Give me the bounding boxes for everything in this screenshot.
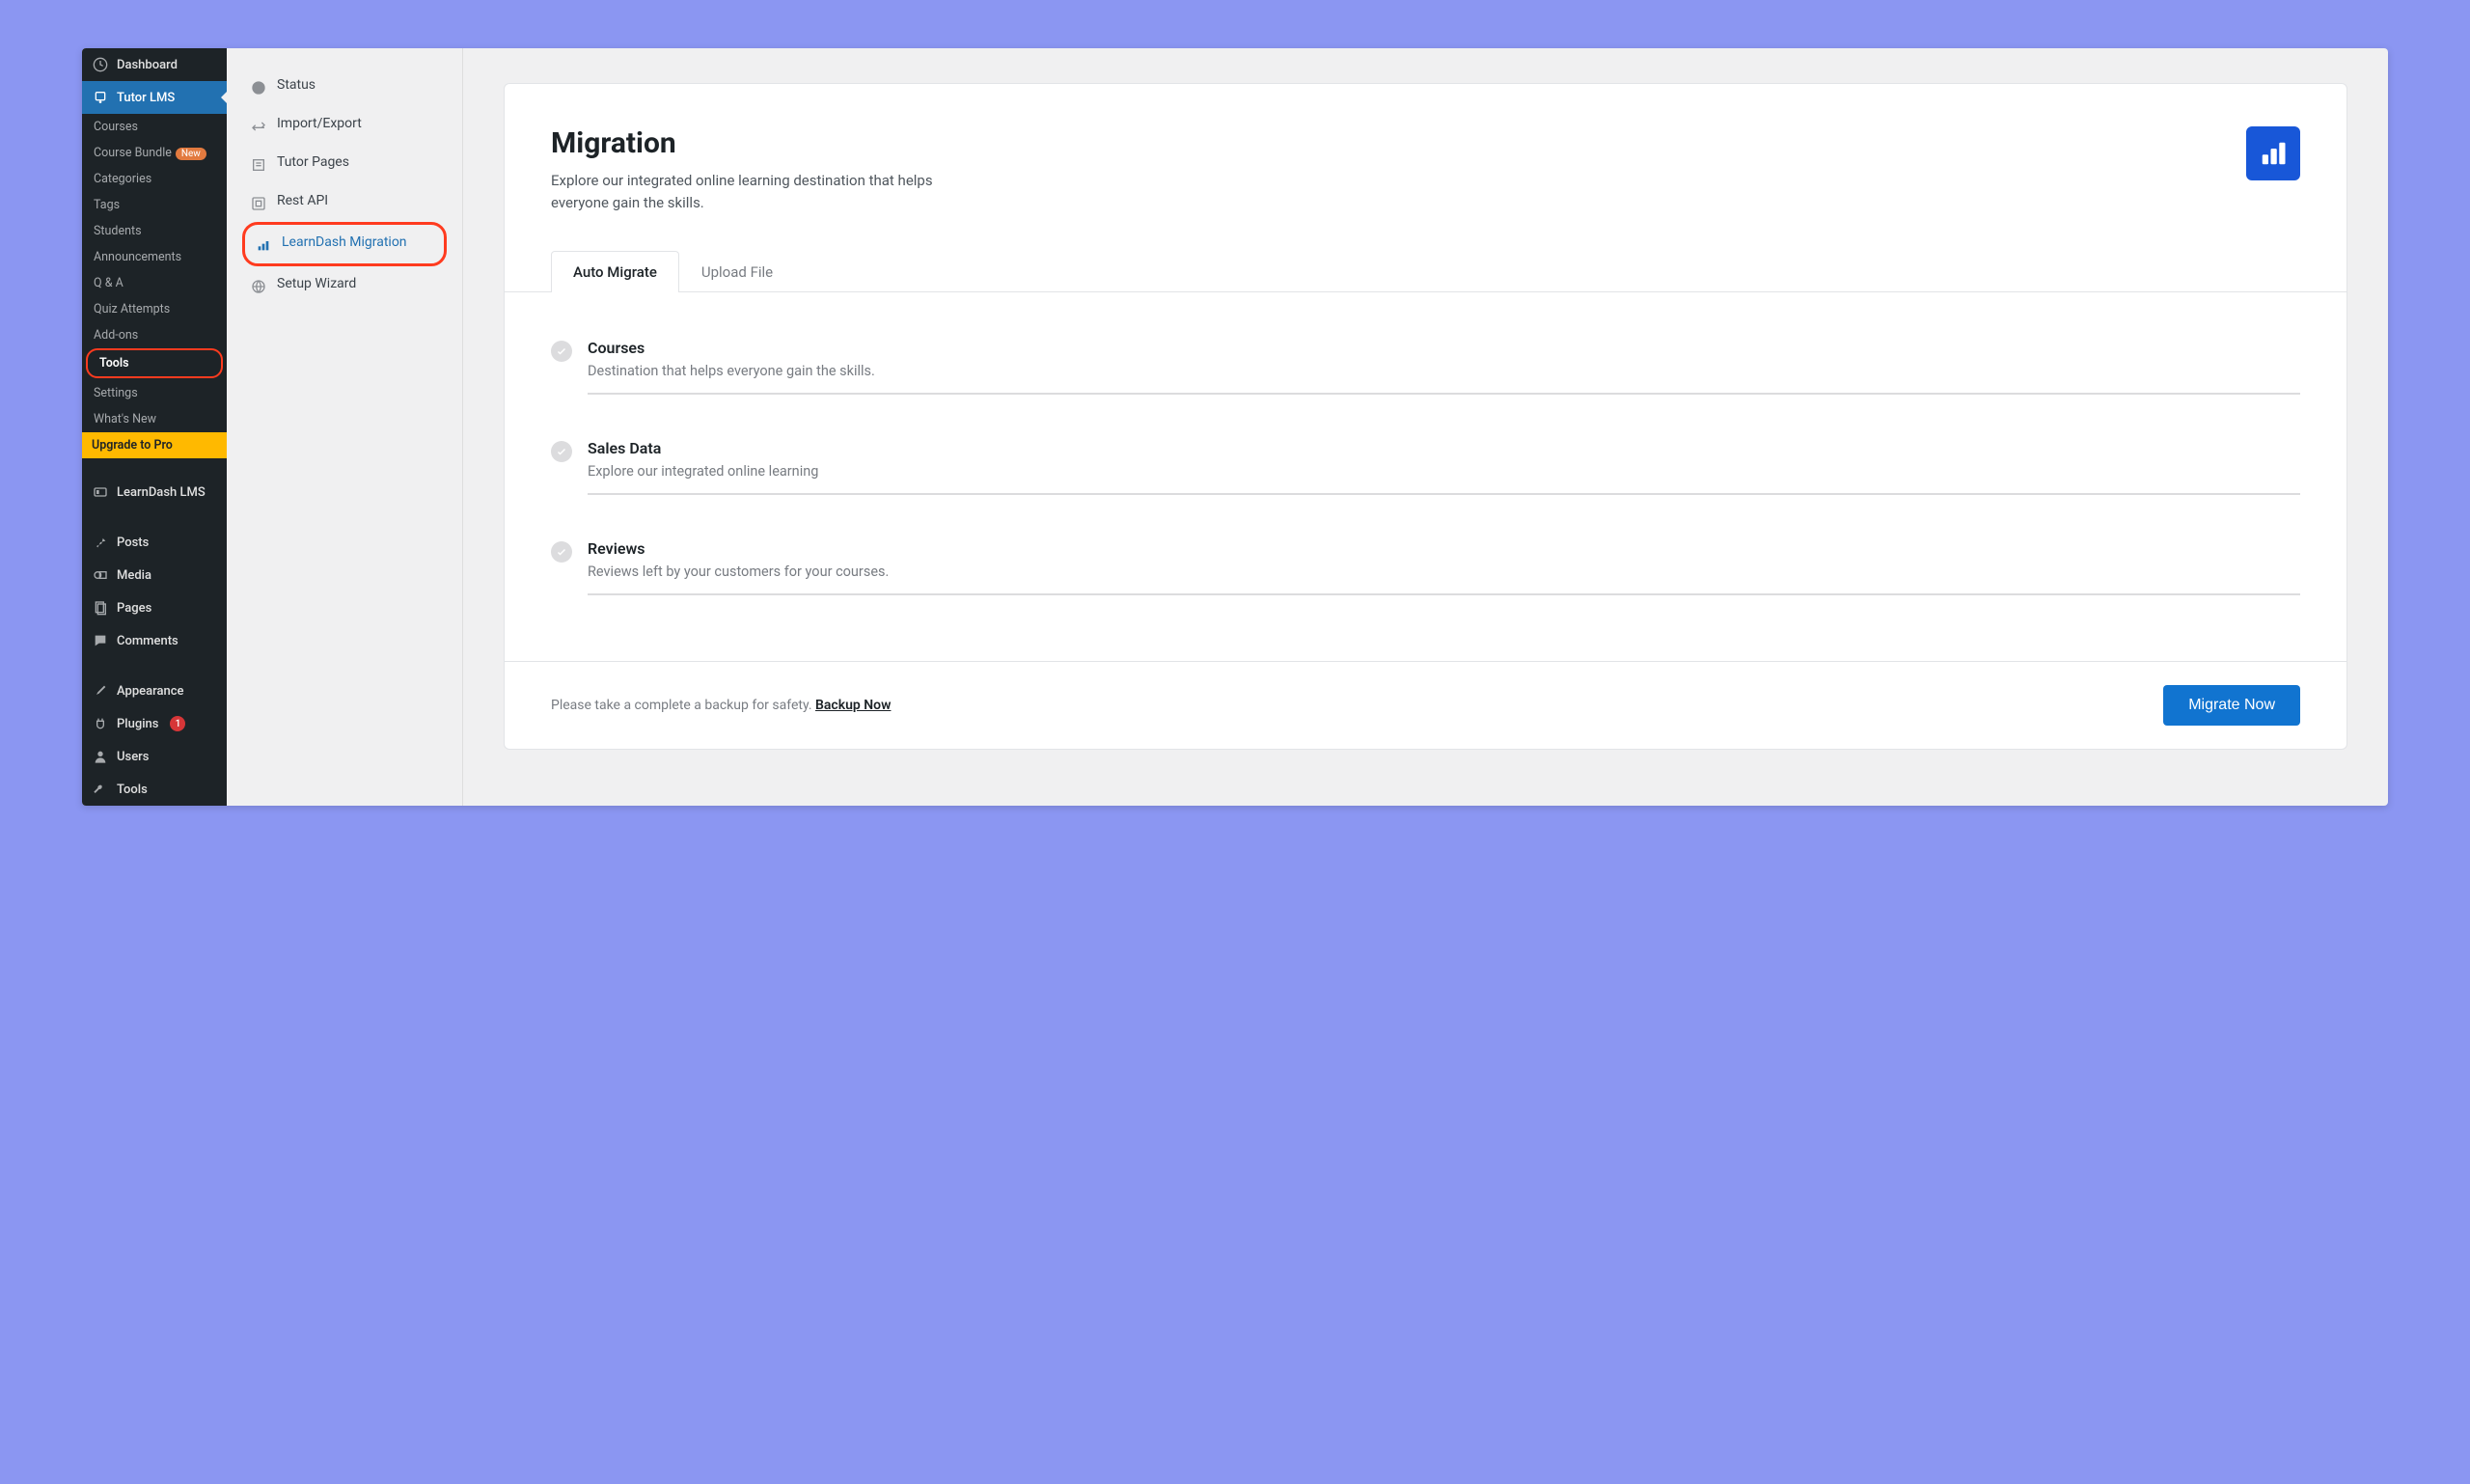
migrate-now-button[interactable]: Migrate Now [2163,685,2300,726]
pin-icon [92,534,109,551]
migration-item-courses: Courses Destination that helps everyone … [551,321,2300,422]
sidebar-media[interactable]: Media [82,559,227,591]
page-subtitle: Explore our integrated online learning d… [551,170,956,213]
media-icon [92,566,109,584]
progress-bar [588,493,2300,495]
tools-sidebar: Status Import/Export Tutor Pages Rest AP… [227,48,463,806]
sidebar-item-label: Tutor LMS [117,91,175,105]
item-desc: Explore our integrated online learning [588,463,2300,480]
sidebar-item-label: Pages [117,601,151,616]
sidebar-sub-qa[interactable]: Q & A [82,270,227,296]
item-title: Reviews [588,539,2300,558]
progress-bar [588,393,2300,395]
sidebar-item-label: Dashboard [117,58,178,72]
wp-admin-sidebar: Dashboard Tutor LMS Courses Course Bundl… [82,48,227,806]
brush-icon [92,682,109,700]
api-icon [250,195,267,212]
sidebar-users[interactable]: Users [82,740,227,773]
sidebar-sub-settings[interactable]: Settings [82,380,227,406]
tab-upload-file[interactable]: Upload File [679,251,795,292]
item-desc: Reviews left by your customers for your … [588,563,2300,580]
tool-import-export[interactable]: Import/Export [242,106,447,145]
migration-item-sales: Sales Data Explore our integrated online… [551,422,2300,522]
item-desc: Destination that helps everyone gain the… [588,363,2300,379]
item-title: Courses [588,339,2300,357]
sidebar-tools[interactable]: Tools [82,773,227,806]
sidebar-item-label: Plugins [117,717,158,731]
pages-icon [92,599,109,617]
tutor-icon [92,89,109,106]
check-icon [551,541,572,563]
migration-list: Courses Destination that helps everyone … [505,292,2346,661]
sidebar-item-label: Comments [117,634,178,648]
page-title: Migration [551,126,956,160]
sidebar-item-label: Media [117,568,151,583]
tab-auto-migrate[interactable]: Auto Migrate [551,251,679,292]
tool-learndash-migration[interactable]: LearnDash Migration [242,222,447,266]
sidebar-pages[interactable]: Pages [82,591,227,624]
sidebar-appearance[interactable]: Appearance [82,674,227,707]
sidebar-plugins[interactable]: Plugins 1 [82,707,227,740]
tool-label: Rest API [277,193,328,208]
sidebar-sub-course-bundle[interactable]: Course BundleNew [82,140,227,166]
tool-status[interactable]: Status [242,68,447,106]
tabs: Auto Migrate Upload File [505,250,2346,292]
plugin-notification-badge: 1 [170,716,185,731]
footer-text: Please take a complete a backup for safe… [551,698,891,713]
sidebar-comments[interactable]: Comments [82,624,227,657]
learndash-logo [2246,126,2300,180]
check-icon [551,441,572,462]
sidebar-sub-categories[interactable]: Categories [82,166,227,192]
comment-icon [92,632,109,649]
sidebar-tutor-lms[interactable]: Tutor LMS [82,81,227,114]
migration-item-reviews: Reviews Reviews left by your customers f… [551,522,2300,622]
sidebar-sub-whats-new[interactable]: What's New [82,406,227,432]
sidebar-item-label: LearnDash LMS [117,485,206,500]
sidebar-item-label: Posts [117,536,149,550]
plug-icon [92,715,109,732]
tool-label: Setup Wizard [277,276,356,291]
sidebar-item-label: Users [117,750,149,764]
tool-setup-wizard[interactable]: Setup Wizard [242,266,447,305]
learndash-icon [92,483,109,501]
main-content: Migration Explore our integrated online … [463,48,2388,806]
wrench-icon [92,781,109,798]
dashboard-icon [92,56,109,73]
sidebar-sub-tools[interactable]: Tools [86,348,223,378]
pie-icon [250,79,267,96]
sidebar-posts[interactable]: Posts [82,526,227,559]
tool-label: Import/Export [277,116,362,131]
card-header: Migration Explore our integrated online … [505,84,2346,233]
check-icon [551,341,572,362]
app-window: Dashboard Tutor LMS Courses Course Bundl… [82,48,2388,806]
sidebar-sub-courses[interactable]: Courses [82,114,227,140]
backup-now-link[interactable]: Backup Now [815,698,891,713]
sidebar-learndash[interactable]: LearnDash LMS [82,476,227,508]
item-title: Sales Data [588,439,2300,457]
sidebar-sub-students[interactable]: Students [82,218,227,244]
tool-label: Tutor Pages [277,154,349,170]
tool-tutor-pages[interactable]: Tutor Pages [242,145,447,183]
bars-icon [255,236,272,254]
sidebar-sub-announcements[interactable]: Announcements [82,244,227,270]
card-footer: Please take a complete a backup for safe… [505,661,2346,749]
tool-rest-api[interactable]: Rest API [242,183,447,222]
migration-card: Migration Explore our integrated online … [504,83,2347,750]
sidebar-item-label: Appearance [117,684,183,699]
progress-bar [588,593,2300,595]
tool-label: Status [277,77,316,93]
sidebar-sub-quiz-attempts[interactable]: Quiz Attempts [82,296,227,322]
sidebar-sub-tags[interactable]: Tags [82,192,227,218]
new-badge: New [176,148,206,160]
user-icon [92,748,109,765]
tool-label: LearnDash Migration [282,234,407,250]
page-icon [250,156,267,174]
upgrade-to-pro[interactable]: Upgrade to Pro [82,432,227,458]
sidebar-item-label: Tools [117,783,148,797]
arrows-icon [250,118,267,135]
sidebar-dashboard[interactable]: Dashboard [82,48,227,81]
globe-icon [250,278,267,295]
sidebar-sub-addons[interactable]: Add-ons [82,322,227,348]
